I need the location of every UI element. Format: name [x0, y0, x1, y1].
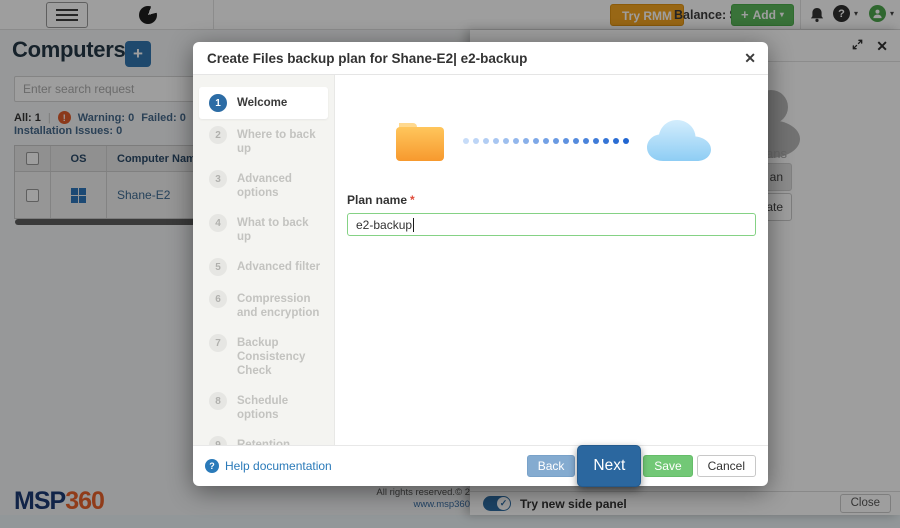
step-label: Welcome	[237, 94, 287, 110]
transfer-dot	[563, 138, 569, 144]
wizard-step-advanced-filter[interactable]: 5 Advanced filter	[199, 251, 328, 283]
transfer-dot	[503, 138, 509, 144]
step-number-badge: 3	[209, 170, 227, 188]
step-label: Advanced options	[237, 170, 324, 200]
wizard-step-what-to-back-up[interactable]: 4 What to back up	[199, 207, 328, 251]
step-label: Retention policy	[237, 436, 324, 445]
wizard-buttons: Back Next Save Cancel	[527, 445, 756, 487]
cancel-button[interactable]: Cancel	[697, 455, 756, 477]
step-label: What to back up	[237, 214, 324, 244]
save-button[interactable]: Save	[643, 455, 692, 477]
transfer-dot	[483, 138, 489, 144]
step-label: Compression and encryption	[237, 290, 324, 320]
help-documentation-link[interactable]: ? Help documentation	[205, 459, 332, 473]
plan-name-label: Plan name*	[347, 193, 756, 207]
wizard-step-advanced-options[interactable]: 3 Advanced options	[199, 163, 328, 207]
step-label: Advanced filter	[237, 258, 320, 274]
wizard-step-compression-and-encryption[interactable]: 6 Compression and encryption	[199, 283, 328, 327]
step-label: Where to back up	[237, 126, 324, 156]
step-number-badge: 9	[209, 436, 227, 445]
transfer-dot	[543, 138, 549, 144]
wizard-welcome-panel: Plan name* e2-backup	[335, 75, 768, 445]
transfer-dot	[593, 138, 599, 144]
transfer-dot	[493, 138, 499, 144]
plan-name-input[interactable]: e2-backup	[347, 213, 756, 236]
back-button[interactable]: Back	[527, 455, 576, 477]
transfer-dot	[533, 138, 539, 144]
transfer-dot	[573, 138, 579, 144]
modal-body: 1 Welcome 2 Where to back up 3 Advanced optio…	[193, 75, 768, 445]
step-number-badge: 6	[209, 290, 227, 308]
next-button[interactable]: Next	[577, 445, 641, 487]
wizard-step-retention-policy[interactable]: 9 Retention policy	[199, 429, 328, 445]
step-number-badge: 4	[209, 214, 227, 232]
wizard-step-schedule-options[interactable]: 8 Schedule options	[199, 385, 328, 429]
modal-header: Create Files backup plan for Shane-E2| e…	[193, 42, 768, 75]
transfer-dot	[583, 138, 589, 144]
transfer-dot	[463, 138, 469, 144]
wizard-step-welcome[interactable]: 1 Welcome	[199, 87, 328, 119]
step-number-badge: 7	[209, 334, 227, 352]
transfer-dot	[513, 138, 519, 144]
wizard-steps: 1 Welcome 2 Where to back up 3 Advanced optio…	[193, 75, 335, 445]
modal-footer: ? Help documentation Back Next Save Canc…	[193, 445, 768, 485]
step-label: Backup Consistency Check	[237, 334, 324, 378]
backup-wizard-modal: Create Files backup plan for Shane-E2| e…	[193, 42, 768, 486]
transfer-dot	[553, 138, 559, 144]
step-number-badge: 5	[209, 258, 227, 276]
step-number-badge: 1	[209, 94, 227, 112]
transfer-dots	[463, 138, 629, 144]
modal-title: Create Files backup plan for Shane-E2| e…	[207, 51, 527, 66]
screen: Try RMM Balance: $0 + Add ▾ ? ▾ ▾ Comput…	[0, 0, 900, 528]
step-number-badge: 2	[209, 126, 227, 144]
step-number-badge: 8	[209, 392, 227, 410]
help-icon: ?	[205, 459, 219, 473]
wizard-step-backup-consistency-check[interactable]: 7 Backup Consistency Check	[199, 327, 328, 385]
transfer-dot	[523, 138, 529, 144]
text-cursor	[413, 218, 414, 232]
required-asterisk: *	[410, 193, 415, 207]
transfer-dot	[623, 138, 629, 144]
step-label: Schedule options	[237, 392, 324, 422]
wizard-step-where-to-back-up[interactable]: 2 Where to back up	[199, 119, 328, 163]
transfer-dot	[603, 138, 609, 144]
backup-graphic	[393, 111, 756, 171]
folder-icon	[393, 117, 447, 165]
plan-name-value: e2-backup	[356, 218, 412, 232]
help-label: Help documentation	[225, 459, 332, 473]
close-icon[interactable]: ✕	[744, 50, 756, 67]
transfer-dot	[473, 138, 479, 144]
plan-name-text: Plan name	[347, 193, 407, 207]
cloud-icon	[639, 115, 719, 167]
transfer-dot	[613, 138, 619, 144]
